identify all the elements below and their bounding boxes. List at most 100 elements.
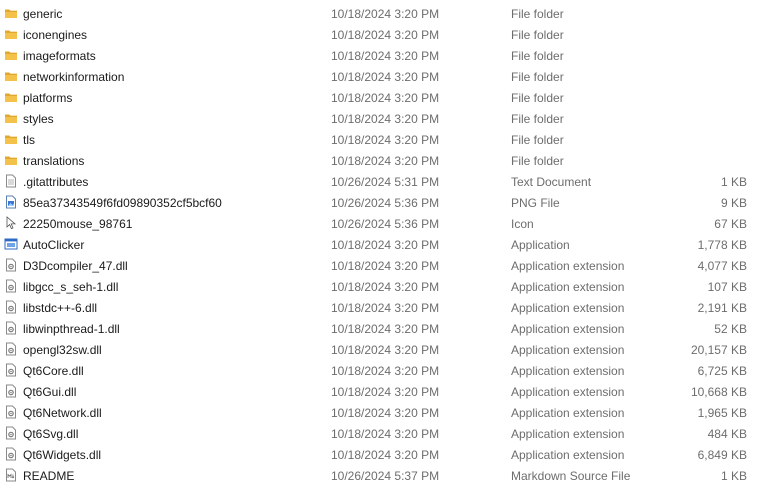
- file-name: Qt6Core.dll: [23, 364, 84, 378]
- file-date-modified: 10/18/2024 3:20 PM: [331, 406, 440, 420]
- file-row[interactable]: README 10/26/2024 5:37 PM Markdown Sourc…: [0, 465, 758, 486]
- mouse-cursor-icon: [4, 216, 18, 230]
- file-row[interactable]: opengl32sw.dll 10/18/2024 3:20 PM Applic…: [0, 339, 758, 360]
- file-type: Markdown Source File: [511, 469, 631, 483]
- file-row[interactable]: D3Dcompiler_47.dll 10/18/2024 3:20 PM Ap…: [0, 255, 758, 276]
- file-type: File folder: [511, 49, 564, 63]
- file-date-modified: 10/26/2024 5:31 PM: [331, 175, 440, 189]
- file-type: File folder: [511, 91, 564, 105]
- dll-file-icon: [4, 279, 18, 293]
- file-name: libgcc_s_seh-1.dll: [23, 280, 119, 294]
- markdown-file-icon: [4, 468, 18, 482]
- file-size: 484 KB: [707, 427, 747, 441]
- file-row[interactable]: 85ea37343549f6fd09890352cf5bcf60 10/26/2…: [0, 192, 758, 213]
- file-date-modified: 10/18/2024 3:20 PM: [331, 49, 440, 63]
- file-row[interactable]: translations 10/18/2024 3:20 PM File fol…: [0, 150, 758, 171]
- file-name: Qt6Widgets.dll: [23, 448, 102, 462]
- file-size: 1 KB: [720, 469, 747, 483]
- file-size: 20,157 KB: [690, 343, 747, 357]
- file-row[interactable]: libwinpthread-1.dll 10/18/2024 3:20 PM A…: [0, 318, 758, 339]
- file-size: 6,725 KB: [697, 364, 747, 378]
- file-type: Application extension: [511, 259, 625, 273]
- file-type: Application extension: [511, 280, 625, 294]
- file-date-modified: 10/26/2024 5:37 PM: [331, 469, 440, 483]
- file-date-modified: 10/26/2024 5:36 PM: [331, 217, 440, 231]
- file-row[interactable]: 22250mouse_98761 10/26/2024 5:36 PM Icon…: [0, 213, 758, 234]
- file-date-modified: 10/18/2024 3:20 PM: [331, 322, 440, 336]
- file-date-modified: 10/26/2024 5:36 PM: [331, 196, 440, 210]
- file-size: 2,191 KB: [697, 301, 747, 315]
- file-row[interactable]: AutoClicker 10/18/2024 3:20 PM Applicati…: [0, 234, 758, 255]
- file-name: README: [23, 469, 75, 483]
- folder-icon: [4, 27, 18, 41]
- file-type: File folder: [511, 112, 564, 126]
- file-date-modified: 10/18/2024 3:20 PM: [331, 385, 440, 399]
- file-name: iconengines: [23, 28, 88, 42]
- file-size: 9 KB: [720, 196, 747, 210]
- file-type: Application extension: [511, 448, 625, 462]
- file-date-modified: 10/18/2024 3:20 PM: [331, 301, 440, 315]
- dll-file-icon: [4, 342, 18, 356]
- file-type: Application extension: [511, 364, 625, 378]
- file-row[interactable]: platforms 10/18/2024 3:20 PM File folder: [0, 87, 758, 108]
- dll-file-icon: [4, 426, 18, 440]
- file-name: AutoClicker: [23, 238, 85, 252]
- dll-file-icon: [4, 258, 18, 272]
- file-name: libstdc++-6.dll: [23, 301, 98, 315]
- folder-icon: [4, 6, 18, 20]
- file-row[interactable]: Qt6Network.dll 10/18/2024 3:20 PM Applic…: [0, 402, 758, 423]
- file-type: Application extension: [511, 406, 625, 420]
- file-name: translations: [23, 154, 85, 168]
- file-name: Qt6Svg.dll: [23, 427, 79, 441]
- file-size: 52 KB: [714, 322, 747, 336]
- dll-file-icon: [4, 405, 18, 419]
- file-size: 67 KB: [714, 217, 747, 231]
- png-image-icon: [4, 195, 18, 209]
- file-row[interactable]: imageformats 10/18/2024 3:20 PM File fol…: [0, 45, 758, 66]
- file-row[interactable]: Qt6Widgets.dll 10/18/2024 3:20 PM Applic…: [0, 444, 758, 465]
- file-name: platforms: [23, 91, 73, 105]
- file-date-modified: 10/18/2024 3:20 PM: [331, 364, 440, 378]
- file-size: 4,077 KB: [697, 259, 747, 273]
- file-row[interactable]: .gitattributes 10/26/2024 5:31 PM Text D…: [0, 171, 758, 192]
- dll-file-icon: [4, 447, 18, 461]
- file-row[interactable]: Qt6Svg.dll 10/18/2024 3:20 PM Applicatio…: [0, 423, 758, 444]
- dll-file-icon: [4, 384, 18, 398]
- dll-file-icon: [4, 321, 18, 335]
- file-date-modified: 10/18/2024 3:20 PM: [331, 427, 440, 441]
- file-type: File folder: [511, 28, 564, 42]
- file-size: 10,668 KB: [690, 385, 747, 399]
- file-row[interactable]: libstdc++-6.dll 10/18/2024 3:20 PM Appli…: [0, 297, 758, 318]
- file-type: PNG File: [511, 196, 560, 210]
- text-document-icon: [4, 174, 18, 188]
- file-row[interactable]: networkinformation 10/18/2024 3:20 PM Fi…: [0, 66, 758, 87]
- file-list: generic 10/18/2024 3:20 PM File folder i…: [0, 3, 758, 486]
- file-name: 85ea37343549f6fd09890352cf5bcf60: [23, 196, 222, 210]
- folder-icon: [4, 90, 18, 104]
- file-row[interactable]: tls 10/18/2024 3:20 PM File folder: [0, 129, 758, 150]
- file-type: Application extension: [511, 427, 625, 441]
- file-type: Icon: [511, 217, 534, 231]
- folder-icon: [4, 111, 18, 125]
- file-name: styles: [23, 112, 54, 126]
- file-name: .gitattributes: [23, 175, 89, 189]
- file-row[interactable]: libgcc_s_seh-1.dll 10/18/2024 3:20 PM Ap…: [0, 276, 758, 297]
- file-name: generic: [23, 7, 63, 21]
- application-icon: [4, 237, 18, 251]
- file-row[interactable]: generic 10/18/2024 3:20 PM File folder: [0, 3, 758, 24]
- file-row[interactable]: styles 10/18/2024 3:20 PM File folder: [0, 108, 758, 129]
- file-type: File folder: [511, 70, 564, 84]
- file-size: 6,849 KB: [697, 448, 747, 462]
- file-row[interactable]: Qt6Core.dll 10/18/2024 3:20 PM Applicati…: [0, 360, 758, 381]
- file-date-modified: 10/18/2024 3:20 PM: [331, 259, 440, 273]
- file-size: 1,965 KB: [697, 406, 747, 420]
- dll-file-icon: [4, 300, 18, 314]
- file-date-modified: 10/18/2024 3:20 PM: [331, 238, 440, 252]
- folder-icon: [4, 48, 18, 62]
- file-row[interactable]: Qt6Gui.dll 10/18/2024 3:20 PM Applicatio…: [0, 381, 758, 402]
- file-row[interactable]: iconengines 10/18/2024 3:20 PM File fold…: [0, 24, 758, 45]
- folder-icon: [4, 153, 18, 167]
- file-type: Application extension: [511, 301, 625, 315]
- file-date-modified: 10/18/2024 3:20 PM: [331, 133, 440, 147]
- file-name: libwinpthread-1.dll: [23, 322, 120, 336]
